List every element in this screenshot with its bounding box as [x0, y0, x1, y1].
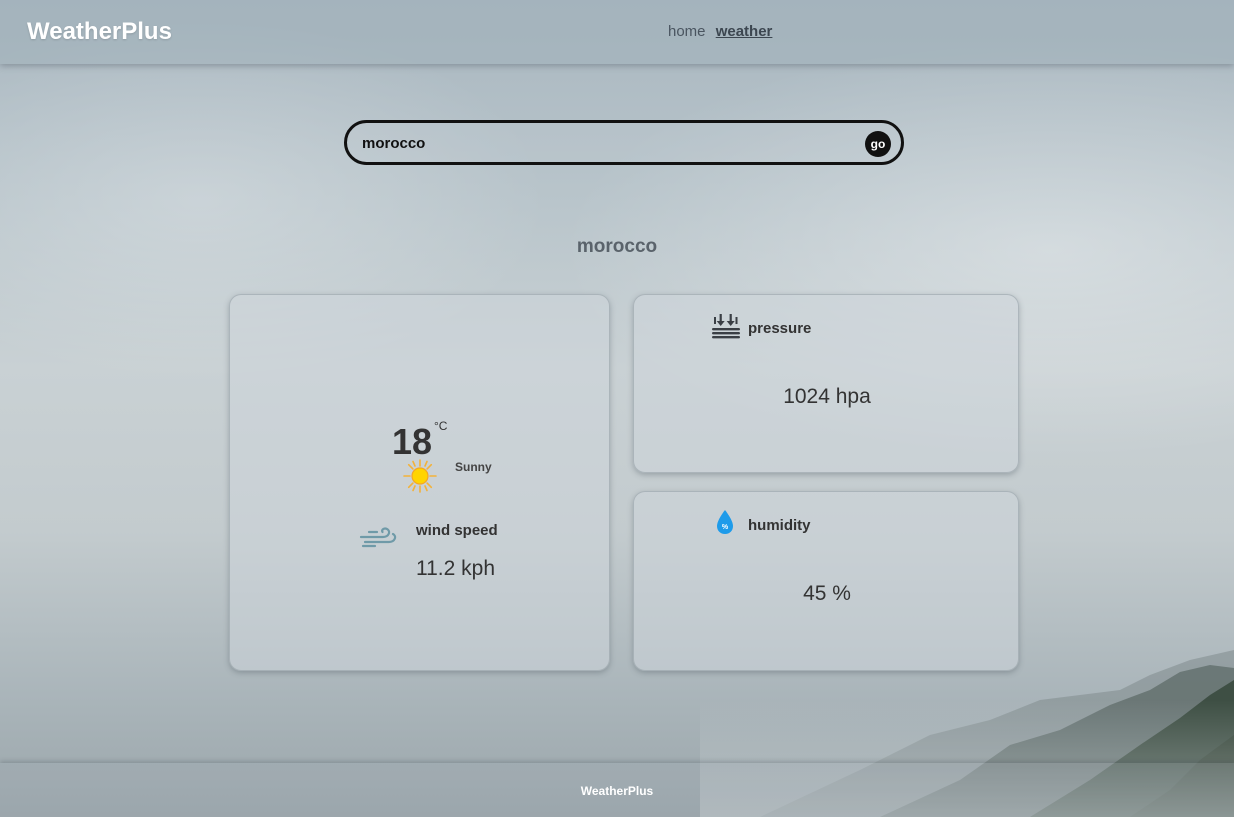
wind-speed-label: wind speed [416, 522, 498, 539]
sun-icon [403, 459, 437, 493]
nav-home-link[interactable]: home [668, 23, 706, 40]
search-input[interactable] [362, 132, 842, 154]
city-title: morocco [576, 236, 658, 257]
humidity-label: humidity [748, 517, 811, 534]
nav-weather-link[interactable]: weather [716, 23, 773, 40]
svg-text:%: % [722, 524, 729, 531]
footer-brand: WeatherPlus [580, 784, 654, 798]
pressure-label: pressure [748, 320, 812, 337]
temperature-value: 18 [392, 421, 433, 462]
main-nav: home weather [668, 23, 778, 40]
pressure-icon [712, 314, 740, 339]
go-button[interactable]: go [865, 131, 891, 157]
wind-icon [359, 527, 397, 548]
pressure-value: 1024 hpa [783, 385, 871, 408]
current-weather-card: 18 °C Sunny wind speed 11.2 kph [229, 294, 610, 671]
temperature-unit: °C [434, 419, 448, 433]
footer: WeatherPlus [0, 763, 1234, 817]
brand-logo[interactable]: WeatherPlus [27, 18, 172, 46]
humidity-value: 45 % [803, 582, 851, 605]
wind-speed-value: 11.2 kph [416, 557, 496, 580]
condition-text: Sunny [455, 460, 492, 474]
humidity-card: % humidity 45 % [633, 491, 1019, 671]
humidity-drop-icon: % [717, 510, 733, 534]
top-navbar: WeatherPlus home weather [0, 0, 1234, 64]
search-bar: go [344, 120, 904, 165]
pressure-card: pressure 1024 hpa [633, 294, 1019, 473]
